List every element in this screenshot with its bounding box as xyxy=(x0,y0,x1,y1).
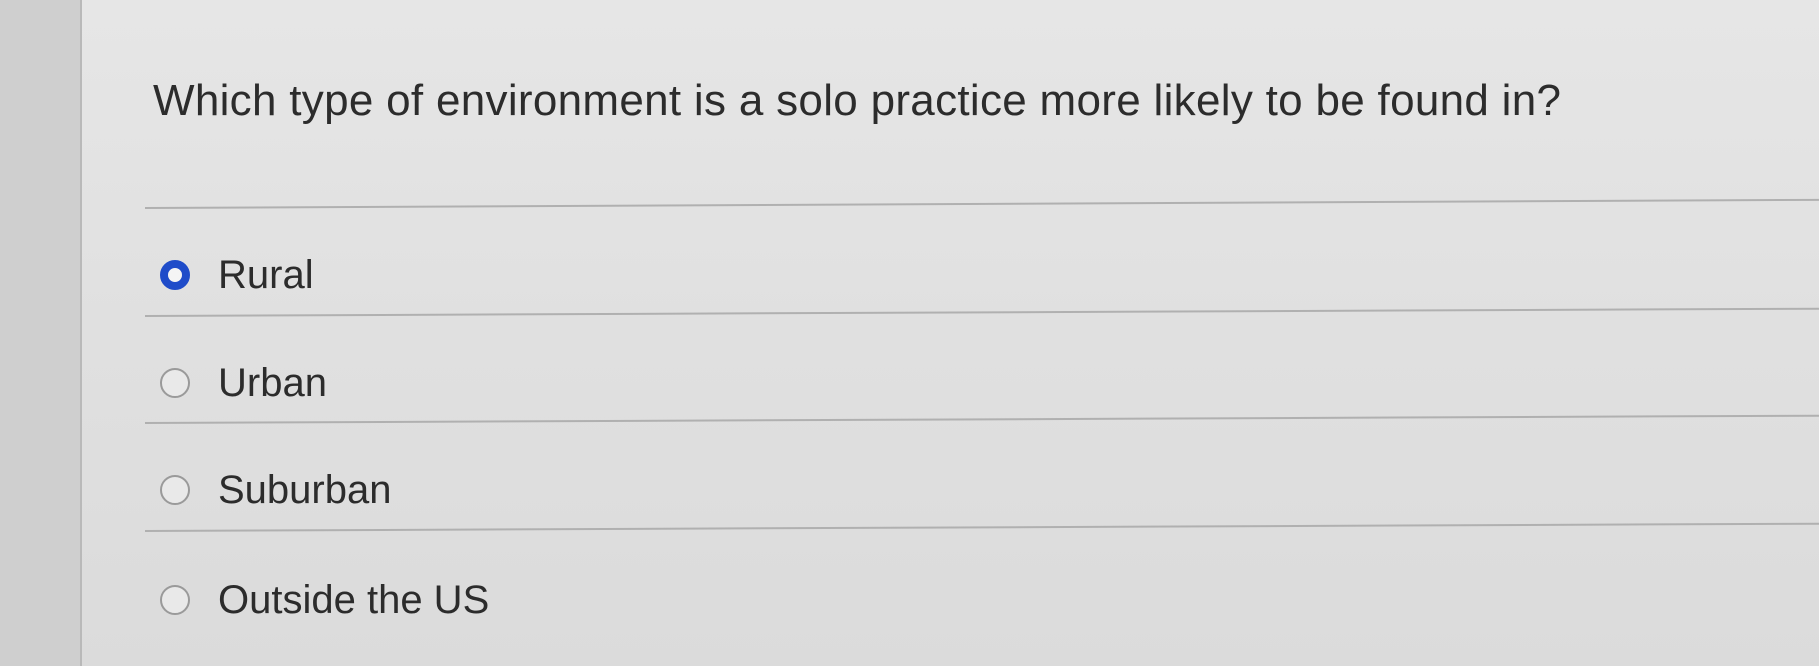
page-margin xyxy=(0,0,82,666)
answer-label: Outside the US xyxy=(218,577,490,622)
answer-option-suburban[interactable]: Suburban xyxy=(160,462,391,518)
radio-unselected-icon[interactable] xyxy=(160,585,190,615)
question-text: Which type of environment is a solo prac… xyxy=(153,76,1562,125)
radio-unselected-icon[interactable] xyxy=(160,475,190,505)
answer-label: Rural xyxy=(218,252,314,297)
answer-option-outside-us[interactable]: Outside the US xyxy=(160,572,489,628)
radio-selected-icon[interactable] xyxy=(160,260,190,290)
answer-label: Suburban xyxy=(218,467,392,512)
answer-option-urban[interactable]: Urban xyxy=(160,355,327,411)
answer-option-rural[interactable]: Rural xyxy=(160,247,314,303)
answer-label: Urban xyxy=(218,360,327,405)
radio-unselected-icon[interactable] xyxy=(160,368,190,398)
